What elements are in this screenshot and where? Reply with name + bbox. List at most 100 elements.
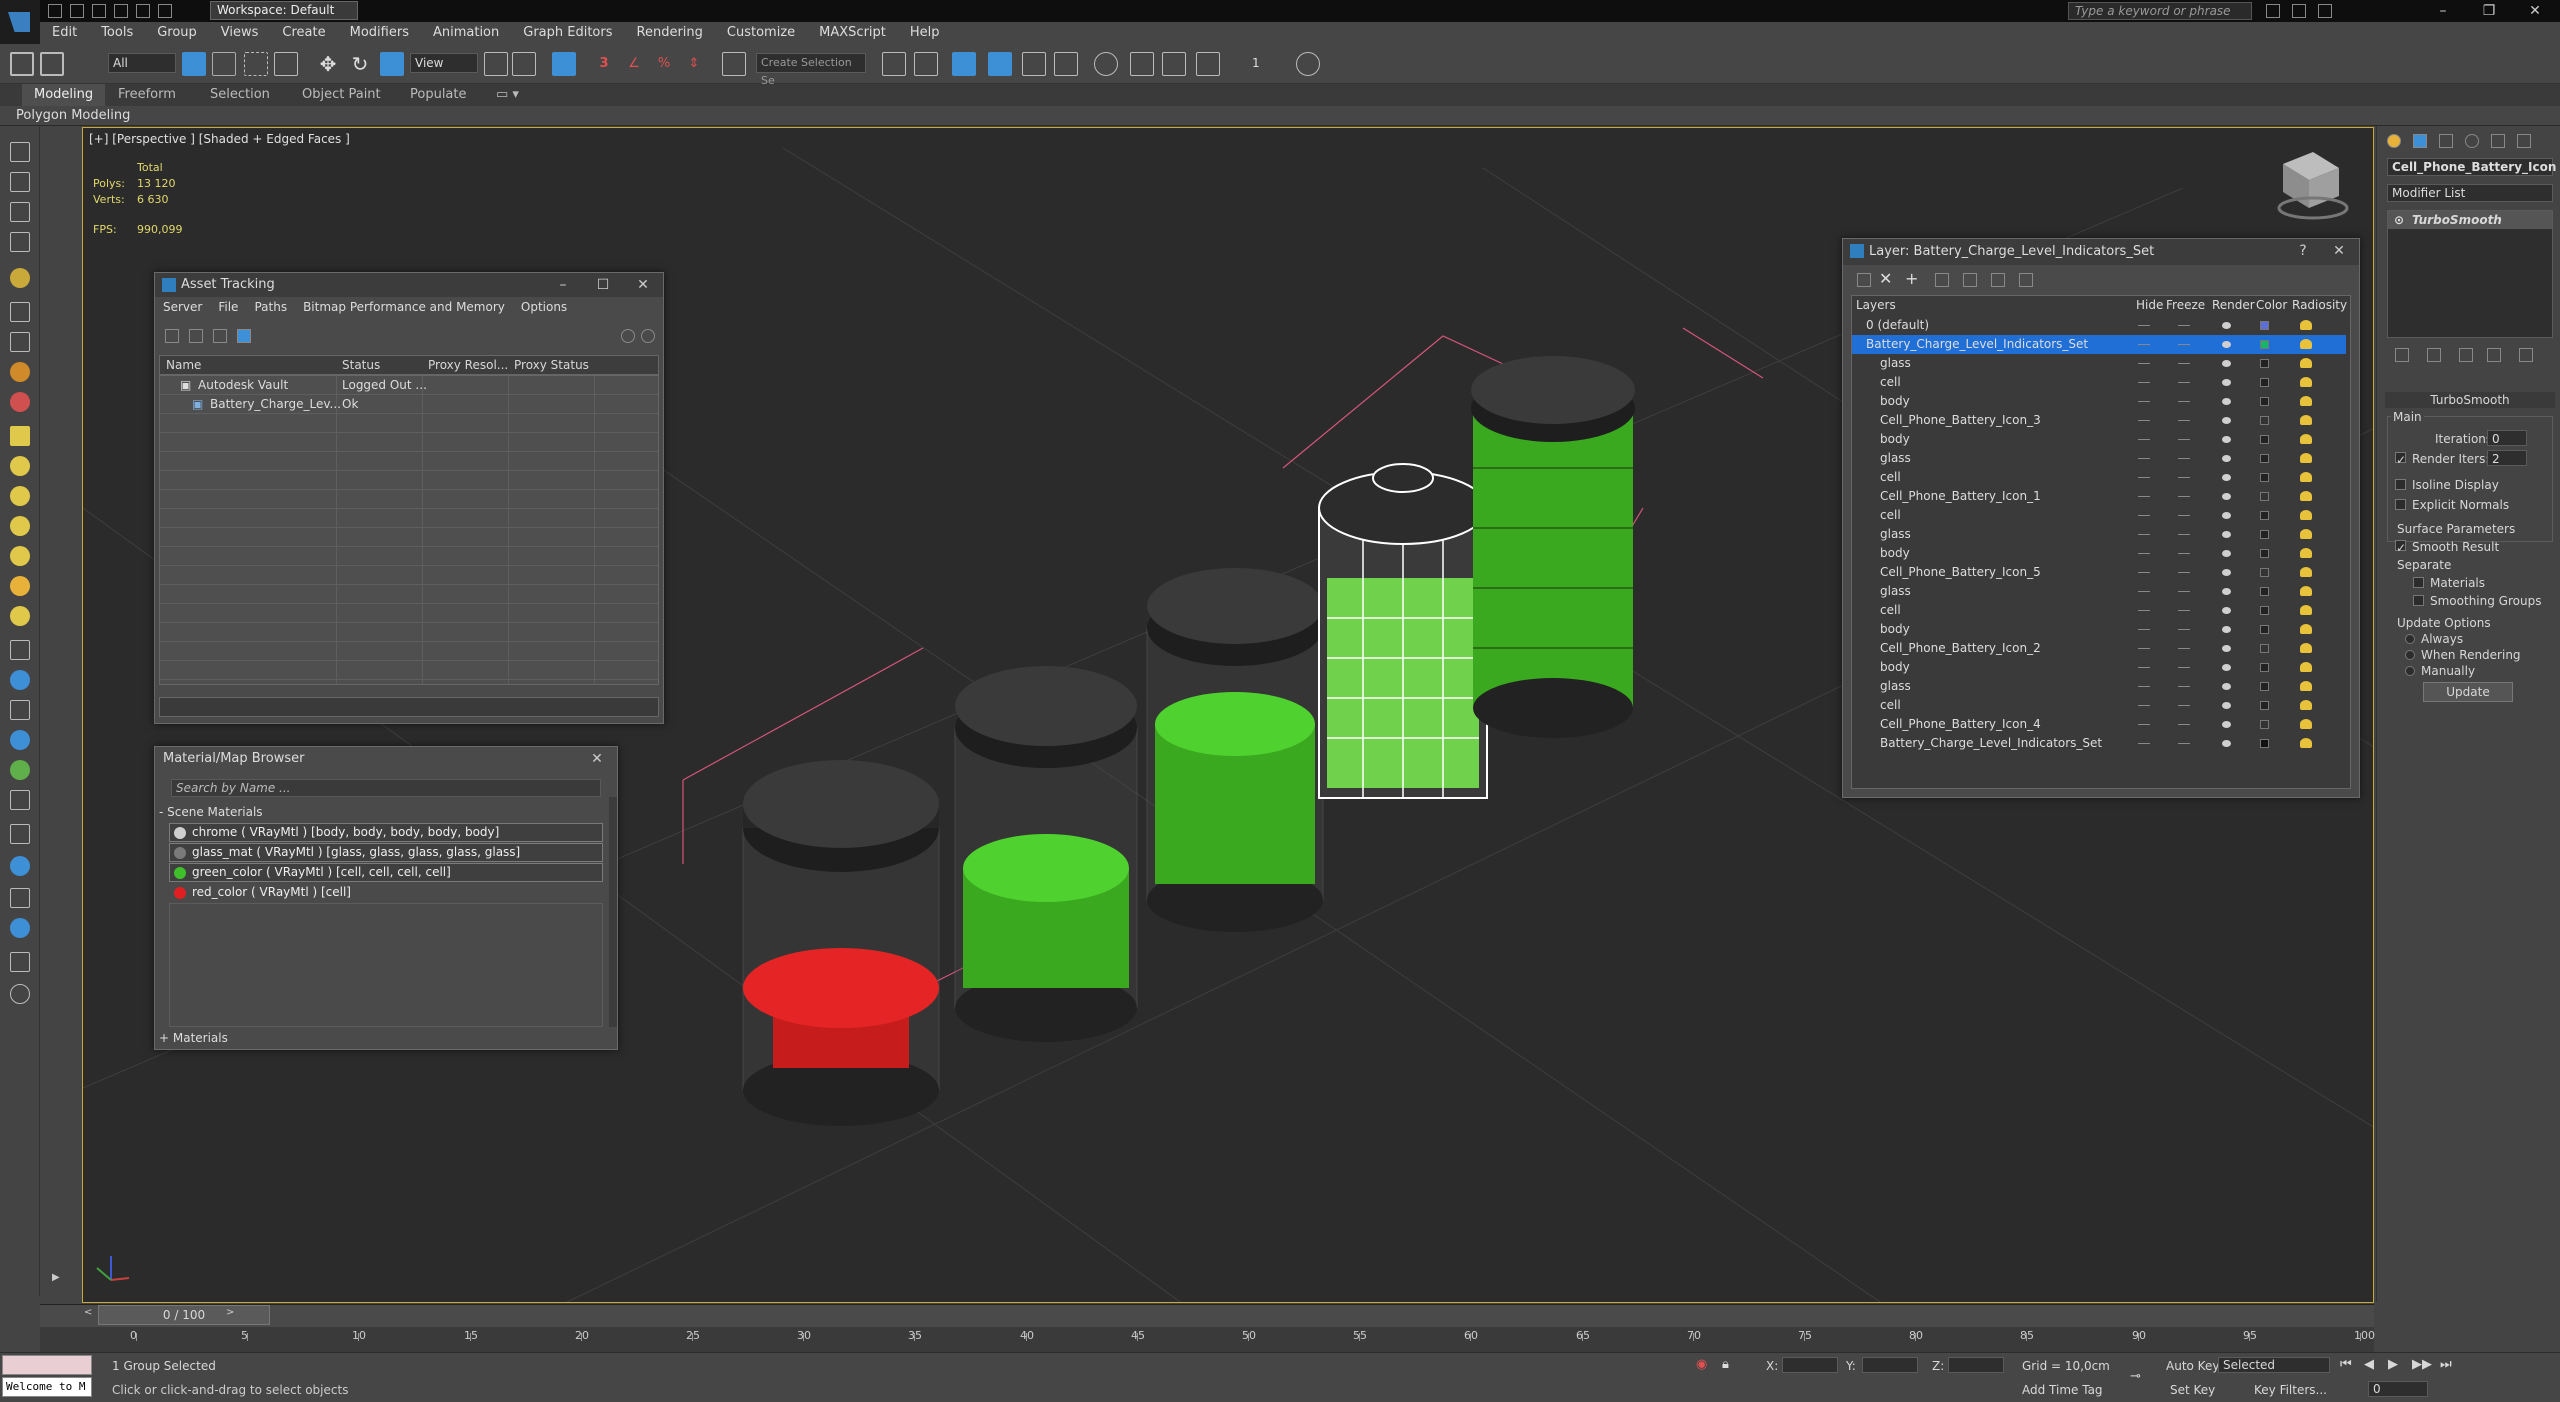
torus-primitive-icon[interactable] <box>10 606 30 626</box>
checkbox-icon[interactable]: ✓ <box>2395 452 2406 467</box>
scene-explorer-icon[interactable] <box>10 142 30 162</box>
maxscript-input[interactable]: Welcome to M <box>2 1377 92 1397</box>
render-teapot-icon[interactable] <box>2222 531 2231 538</box>
stack-item-turbosmooth[interactable]: ⊙ TurboSmooth <box>2388 211 2552 229</box>
layer-row[interactable]: body <box>1852 392 2346 411</box>
layer-color-swatch[interactable] <box>2260 397 2269 406</box>
render-teapot-icon[interactable] <box>2222 398 2231 405</box>
layer-row[interactable]: body <box>1852 430 2346 449</box>
window-crossing-icon[interactable] <box>274 52 298 76</box>
iterations-spinner[interactable]: 0 <box>2487 430 2527 446</box>
checkbox-icon[interactable] <box>2395 499 2406 510</box>
keyboard-shortcut-override-icon[interactable] <box>552 52 576 76</box>
layer-color-swatch[interactable] <box>2260 549 2269 558</box>
help-icon[interactable] <box>621 329 635 343</box>
render-teapot-icon[interactable] <box>2222 474 2231 481</box>
scene-materials-section[interactable]: - Scene Materials <box>159 803 263 821</box>
spacewarp-icon[interactable] <box>10 392 30 412</box>
materials-section[interactable]: + Materials <box>159 1029 228 1047</box>
list-view-icon[interactable] <box>189 329 203 343</box>
tab-modeling[interactable]: Modeling <box>22 84 106 106</box>
helper-icon[interactable] <box>10 362 30 382</box>
utilities-tab-icon[interactable] <box>2517 134 2531 148</box>
freeze-toggle[interactable] <box>2178 553 2190 554</box>
align-icon[interactable] <box>914 52 938 76</box>
hide-toggle[interactable] <box>2138 705 2150 706</box>
column-freeze[interactable]: Freeze <box>2166 296 2205 314</box>
motion-tab-icon[interactable] <box>2465 134 2479 148</box>
layer-row[interactable]: cell <box>1852 373 2346 392</box>
make-unique-icon[interactable] <box>2459 348 2473 362</box>
layer-row[interactable]: cell <box>1852 696 2346 715</box>
minimize-button[interactable]: – <box>2420 0 2466 22</box>
keyword-search-input[interactable]: Type a keyword or phrase <box>2068 2 2252 20</box>
hide-toggle[interactable] <box>2138 534 2150 535</box>
smooth-result-checkbox[interactable]: ✓ Smooth Result <box>2395 540 2499 555</box>
layer-color-swatch[interactable] <box>2260 625 2269 634</box>
spinner-snap-icon[interactable]: ⇕ <box>682 52 706 76</box>
render-teapot-icon[interactable] <box>2222 360 2231 367</box>
curve-editor-icon[interactable] <box>1054 52 1078 76</box>
freeze-toggle[interactable] <box>2178 534 2190 535</box>
auto-key-button[interactable]: Auto Key <box>2166 1359 2219 1373</box>
object-name-field[interactable]: Cell_Phone_Battery_Icon <box>2387 158 2556 176</box>
layer-color-swatch[interactable] <box>2260 530 2269 539</box>
percent-snap-icon[interactable]: % <box>652 52 676 76</box>
viewport-nav-icon[interactable] <box>10 856 30 876</box>
layer-row[interactable]: Cell_Phone_Battery_Icon_4 <box>1852 715 2346 734</box>
hide-toggle[interactable] <box>2138 724 2150 725</box>
layer-color-swatch[interactable] <box>2260 492 2269 501</box>
polygon-modeling-panel[interactable]: Polygon Modeling <box>16 106 130 126</box>
radiosity-icon[interactable] <box>2300 415 2312 425</box>
vray-toolbar-icon[interactable] <box>1296 52 1320 76</box>
undo-icon[interactable] <box>114 4 128 18</box>
freeze-toggle[interactable] <box>2178 591 2190 592</box>
layer-color-swatch[interactable] <box>2260 416 2269 425</box>
render-iters-checkbox[interactable]: ✓ Render Iters: <box>2395 452 2489 467</box>
radiosity-icon[interactable] <box>2300 453 2312 463</box>
freeze-toggle[interactable] <box>2178 743 2190 744</box>
render-teapot-icon[interactable] <box>2222 702 2231 709</box>
render-teapot-icon[interactable] <box>2222 322 2231 329</box>
layer-color-swatch[interactable] <box>2260 739 2269 748</box>
column-status[interactable]: Status <box>336 356 380 374</box>
hide-toggle[interactable] <box>2138 477 2150 478</box>
radiosity-icon[interactable] <box>2300 491 2312 501</box>
refresh-icon[interactable] <box>165 329 179 343</box>
menu-help[interactable]: Help <box>898 22 952 44</box>
workspace-dropdown[interactable]: Workspace: Default <box>210 1 358 20</box>
menu-maxscript[interactable]: MAXScript <box>807 22 898 44</box>
column-proxy-resolution[interactable]: Proxy Resol... <box>422 356 508 374</box>
hair-fur-icon[interactable] <box>10 790 30 810</box>
freeze-all-icon[interactable] <box>2019 273 2033 287</box>
freeze-toggle[interactable] <box>2178 477 2190 478</box>
open-file-icon[interactable] <box>70 4 84 18</box>
turbosmooth-rollout-header[interactable]: TurboSmooth <box>2385 392 2555 408</box>
layer-row[interactable]: glass <box>1852 354 2346 373</box>
set-key-button[interactable]: Set Key <box>2170 1383 2215 1397</box>
radiosity-icon[interactable] <box>2300 548 2312 558</box>
render-iters-spinner[interactable]: 2 <box>2487 450 2527 466</box>
hide-toggle[interactable] <box>2138 743 2150 744</box>
render-teapot-icon[interactable] <box>2222 645 2231 652</box>
add-to-layer-icon[interactable] <box>1935 273 1949 287</box>
tab-freeform[interactable]: Freeform <box>106 84 188 106</box>
hide-toggle[interactable] <box>2138 344 2150 345</box>
configure-sets-icon[interactable] <box>2519 348 2533 362</box>
hide-toggle[interactable] <box>2138 325 2150 326</box>
close-button[interactable]: ✕ <box>2319 239 2359 263</box>
when-rendering-radio[interactable]: When Rendering <box>2405 648 2521 662</box>
restore-button[interactable]: ❐ <box>2466 0 2512 22</box>
layer-color-swatch[interactable] <box>2260 454 2269 463</box>
radiosity-icon[interactable] <box>2300 434 2312 444</box>
freeze-toggle[interactable] <box>2178 648 2190 649</box>
explicit-normals-checkbox[interactable]: Explicit Normals <box>2395 498 2509 512</box>
hide-all-icon[interactable] <box>1991 273 2005 287</box>
layer-row[interactable]: cell <box>1852 601 2346 620</box>
layer-color-swatch[interactable] <box>2260 473 2269 482</box>
rotate-icon[interactable]: ↻ <box>348 52 372 76</box>
manually-radio[interactable]: Manually <box>2405 664 2475 678</box>
hide-toggle[interactable] <box>2138 515 2150 516</box>
radio-icon[interactable] <box>2405 650 2415 660</box>
radiosity-icon[interactable] <box>2300 320 2312 330</box>
